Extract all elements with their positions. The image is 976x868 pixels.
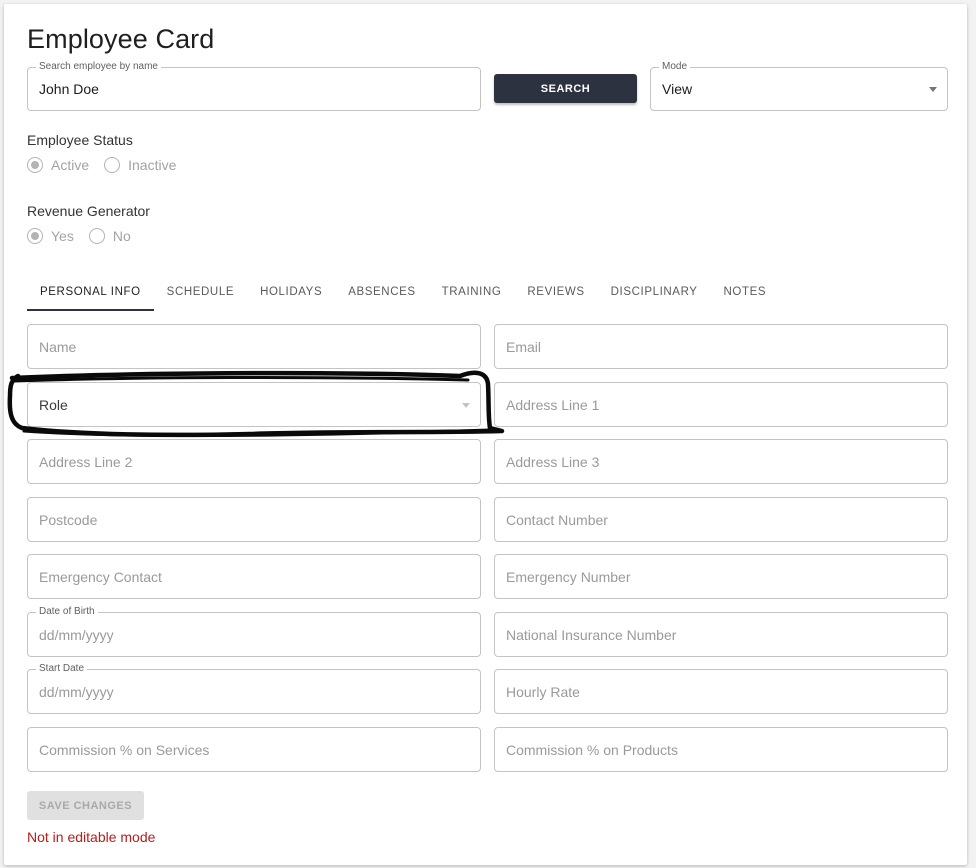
tab-absences[interactable]: ABSENCES: [335, 280, 428, 311]
revenue-generator-yes-option[interactable]: Yes: [27, 228, 74, 244]
national-insurance-placeholder: National Insurance Number: [506, 626, 677, 643]
postcode-field[interactable]: Postcode: [27, 497, 481, 542]
search-employee-value: John Doe: [39, 81, 99, 97]
emergency-number-placeholder: Emergency Number: [506, 568, 631, 585]
commission-products-field[interactable]: Commission % on Products: [494, 727, 948, 772]
mode-value: View: [662, 81, 693, 97]
chevron-down-icon: [462, 402, 470, 408]
contact-number-placeholder: Contact Number: [506, 511, 608, 528]
radio-unchecked-icon[interactable]: [104, 157, 121, 173]
start-date-placeholder: dd/mm/yyyy: [39, 683, 114, 700]
employee-status-label: Employee Status: [27, 132, 133, 148]
commission-services-field[interactable]: Commission % on Services: [27, 727, 481, 772]
page-title: Employee Card: [27, 24, 215, 54]
role-label: Role: [39, 396, 68, 413]
revenue-generator-radio-group: Yes No: [27, 228, 146, 244]
address-line-2-placeholder: Address Line 2: [39, 453, 133, 470]
error-message: Not in editable mode: [27, 829, 156, 845]
tab-reviews[interactable]: REVIEWS: [514, 280, 597, 311]
radio-unchecked-icon[interactable]: [88, 228, 105, 244]
tab-personal-info[interactable]: PERSONAL INFO: [27, 280, 154, 311]
date-of-birth-placeholder: dd/mm/yyyy: [39, 626, 114, 643]
save-changes-button[interactable]: SAVE CHANGES: [27, 791, 144, 820]
tab-schedule[interactable]: SCHEDULE: [154, 280, 247, 311]
chevron-down-icon: [929, 87, 937, 92]
date-of-birth-field[interactable]: Date of Birth dd/mm/yyyy: [27, 606, 481, 657]
tab-disciplinary[interactable]: DISCIPLINARY: [598, 280, 711, 311]
revenue-generator-label: Revenue Generator: [27, 203, 150, 219]
address-line-3-field[interactable]: Address Line 3: [494, 439, 948, 484]
contact-number-field[interactable]: Contact Number: [494, 497, 948, 542]
radio-checked-icon[interactable]: [27, 157, 43, 173]
tab-training[interactable]: TRAINING: [429, 280, 515, 311]
start-date-label: Start Date: [36, 663, 88, 675]
emergency-contact-field[interactable]: Emergency Contact: [27, 554, 481, 599]
start-date-field[interactable]: Start Date dd/mm/yyyy: [27, 663, 481, 714]
revenue-generator-no-option[interactable]: No: [88, 228, 131, 244]
national-insurance-field[interactable]: National Insurance Number: [494, 612, 948, 657]
search-button[interactable]: SEARCH: [494, 74, 637, 103]
employee-tabs: PERSONAL INFO SCHEDULE HOLIDAYS ABSENCES…: [27, 280, 779, 312]
radio-checked-icon[interactable]: [27, 228, 43, 244]
commission-products-placeholder: Commission % on Products: [506, 741, 678, 758]
hourly-rate-field[interactable]: Hourly Rate: [494, 669, 948, 714]
email-field[interactable]: Email: [494, 324, 948, 369]
commission-services-placeholder: Commission % on Services: [39, 741, 210, 758]
tab-holidays[interactable]: HOLIDAYS: [247, 280, 335, 311]
address-line-3-placeholder: Address Line 3: [506, 453, 600, 470]
name-placeholder: Name: [39, 338, 77, 355]
employee-status-radio-group: Active Inactive: [27, 157, 191, 173]
mode-select[interactable]: Mode View: [650, 61, 948, 111]
employee-status-active-option[interactable]: Active: [27, 157, 89, 173]
search-employee-field[interactable]: Search employee by name John Doe: [27, 61, 481, 111]
name-field[interactable]: Name: [27, 324, 481, 369]
emergency-contact-placeholder: Emergency Contact: [39, 568, 162, 585]
search-employee-label: Search employee by name: [36, 61, 161, 73]
employee-status-inactive-label: Inactive: [128, 157, 177, 173]
email-placeholder: Email: [506, 338, 542, 355]
employee-status-inactive-option[interactable]: Inactive: [104, 157, 176, 173]
date-of-birth-label: Date of Birth: [36, 606, 98, 618]
employee-status-active-label: Active: [51, 157, 90, 173]
revenue-generator-no-label: No: [112, 228, 131, 244]
address-line-1-placeholder: Address Line 1: [506, 396, 600, 413]
address-line-1-field[interactable]: Address Line 1: [494, 382, 948, 427]
revenue-generator-yes-label: Yes: [51, 228, 74, 244]
mode-label: Mode: [659, 61, 691, 73]
emergency-number-field[interactable]: Emergency Number: [494, 554, 948, 599]
postcode-placeholder: Postcode: [39, 511, 98, 528]
hourly-rate-placeholder: Hourly Rate: [506, 683, 580, 700]
address-line-2-field[interactable]: Address Line 2: [27, 439, 481, 484]
role-select[interactable]: Role: [27, 382, 481, 427]
tab-notes[interactable]: NOTES: [711, 280, 780, 311]
